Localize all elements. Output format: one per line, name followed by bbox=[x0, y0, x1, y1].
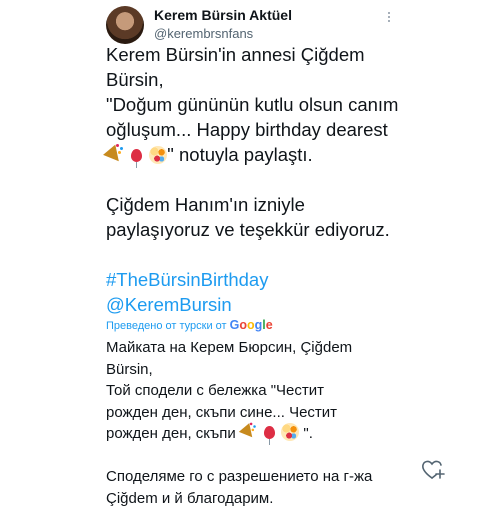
heart-plus-icon[interactable] bbox=[421, 459, 445, 481]
balloon-icon bbox=[264, 426, 275, 439]
tweet-line: Kerem Bürsin'in annesi Çiğdem bbox=[106, 42, 436, 67]
party-popper-icon bbox=[241, 424, 256, 439]
hashtag-link[interactable]: #TheBürsinBirthday bbox=[106, 269, 268, 290]
avatar[interactable] bbox=[106, 6, 144, 44]
translation-line-emoji: рожден ден, скъпи ". bbox=[106, 423, 436, 445]
google-logo: Google bbox=[230, 318, 273, 332]
translated-by[interactable]: Преведено от турски от Google bbox=[106, 318, 273, 332]
more-vertical-icon[interactable] bbox=[386, 10, 392, 28]
confetti-ball-icon bbox=[149, 146, 167, 164]
translation-line-head: рожден ден, скъпи bbox=[106, 425, 240, 442]
translation-line: Споделяме го с разрешението на г-жа bbox=[106, 466, 436, 488]
tweet-line: "Doğum gününün kutlu olsun canım bbox=[106, 92, 436, 117]
mention-link[interactable]: @KeremBursin bbox=[106, 294, 232, 315]
translation-line: Майката на Керем Бюрсин, Çiğdem bbox=[106, 337, 436, 359]
author-name[interactable]: Kerem Bürsin Aktüel bbox=[154, 7, 292, 23]
tweet-line: paylaşıyoruz ve teşekkür ediyoruz. bbox=[106, 217, 436, 242]
confetti-ball-icon bbox=[281, 423, 299, 441]
tweet-line-tail: " notuyla paylaştı. bbox=[167, 144, 312, 165]
tweet-line-emoji: " notuyla paylaştı. bbox=[106, 142, 436, 167]
party-popper-icon bbox=[106, 146, 124, 164]
translation-line-tail: ". bbox=[299, 425, 313, 442]
tweet-card: Kerem Bürsin Aktüel @kerembrsnfans Kerem… bbox=[0, 0, 480, 506]
author-handle[interactable]: @kerembrsnfans bbox=[154, 26, 253, 41]
tweet-line: Bürsin, bbox=[106, 67, 436, 92]
translated-label: Преведено от турски от bbox=[106, 320, 227, 332]
translation-line: рожден ден, скъпи сине... Честит bbox=[106, 402, 436, 424]
balloon-icon bbox=[131, 149, 142, 162]
translation-text: Майката на Керем Бюрсин, Çiğdem Bürsin, … bbox=[106, 337, 436, 509]
translation-line: Той сподели с бележка "Честит bbox=[106, 380, 436, 402]
translation-line: Bürsin, bbox=[106, 359, 436, 381]
tweet-line: Çiğdem Hanım'ın izniyle bbox=[106, 192, 436, 217]
tweet-line: oğluşum... Happy birthday dearest bbox=[106, 117, 436, 142]
tweet-text: Kerem Bürsin'in annesi Çiğdem Bürsin, "D… bbox=[106, 42, 436, 317]
